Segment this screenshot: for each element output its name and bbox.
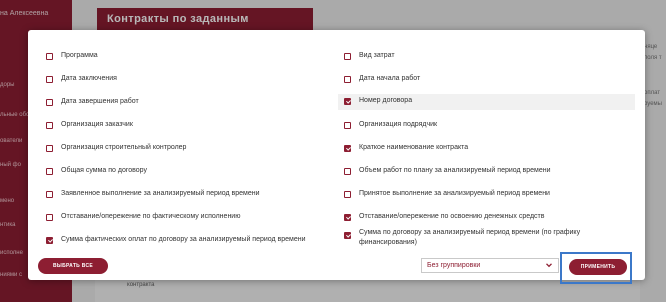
checkbox[interactable] [46,122,53,129]
checkbox-checked[interactable] [344,145,351,152]
checkbox[interactable] [46,53,53,60]
option-label: Общая сумма по договору [61,167,147,174]
option-start-date[interactable]: Дата начала работ [344,73,624,87]
option-end-date[interactable]: Дата завершения работ [46,96,326,110]
checkbox[interactable] [46,214,53,221]
option-label: Вид затрат [359,52,395,59]
option-label: Организация подрядчик [359,121,438,128]
checkbox-checked[interactable] [344,98,351,105]
checkbox[interactable] [344,76,351,83]
option-label: Краткое наименование контракта [359,144,469,151]
option-label: Дата начала работ [359,75,421,82]
option-planned-volume[interactable]: Объем работ по плану за анализируемый пе… [344,165,624,179]
option-label: Отставание/опережение по фактическому ис… [61,213,241,220]
option-label: Организация строительный контролер [61,144,187,151]
option-cost-type[interactable]: Вид затрат [344,50,624,64]
checkbox[interactable] [46,168,53,175]
option-actual-payments[interactable]: Сумма фактических оплат по договору за а… [46,234,336,248]
option-program[interactable]: Программа [46,50,326,64]
option-total-sum[interactable]: Общая сумма по договору [46,165,326,179]
column-settings-dialog: Программа Дата заключения Дата завершени… [28,30,645,280]
option-label: Заявленное выполнение за анализируемый п… [61,190,260,197]
option-label: Объем работ по плану за анализируемый пе… [359,167,551,174]
checkbox[interactable] [344,122,351,129]
option-contractor-org[interactable]: Организация подрядчик [344,119,624,133]
chevron-down-icon [546,263,552,268]
option-short-name[interactable]: Краткое наименование контракта [344,142,624,156]
checkbox-checked[interactable] [46,237,53,244]
select-all-button[interactable]: Выбрать все [38,258,108,274]
checkbox[interactable] [46,99,53,106]
checkbox[interactable] [46,191,53,198]
option-actual-lag[interactable]: Отставание/опережение по фактическому ис… [46,211,326,225]
option-label: Отставание/опережение по освоению денежн… [359,213,545,220]
grouping-select[interactable]: Без группировки [421,258,559,273]
highlight-frame [560,252,632,284]
option-declared-execution[interactable]: Заявленное выполнение за анализируемый п… [46,188,326,202]
checkbox-checked[interactable] [344,232,351,239]
option-label: Сумма по договору за анализируемый перио… [359,229,581,246]
option-conclusion-date[interactable]: Дата заключения [46,73,326,87]
option-funds-lag[interactable]: Отставание/опережение по освоению денежн… [344,211,624,225]
checkbox-checked[interactable] [344,214,351,221]
option-label: Дата завершения работ [61,98,139,105]
option-construction-controller[interactable]: Организация строительный контролер [46,142,326,156]
grouping-select-value: Без группировки [427,262,481,269]
checkbox[interactable] [46,145,53,152]
checkbox[interactable] [46,76,53,83]
checkbox[interactable] [344,191,351,198]
option-scheduled-sum[interactable]: Сумма по договору за анализируемый перио… [344,229,629,251]
option-label: Сумма фактических оплат по договору за а… [61,236,306,243]
checkbox[interactable] [344,53,351,60]
option-accepted-execution[interactable]: Принятое выполнение за анализируемый пер… [344,188,624,202]
option-label: Программа [61,52,98,59]
option-label: Принятое выполнение за анализируемый пер… [359,190,550,197]
option-contract-number[interactable]: Номер договора [338,94,635,110]
option-label: Дата заключения [61,75,117,82]
option-label: Номер договора [359,97,413,104]
option-label: Организация заказчик [61,121,133,128]
option-customer-org[interactable]: Организация заказчик [46,119,326,133]
checkbox[interactable] [344,168,351,175]
